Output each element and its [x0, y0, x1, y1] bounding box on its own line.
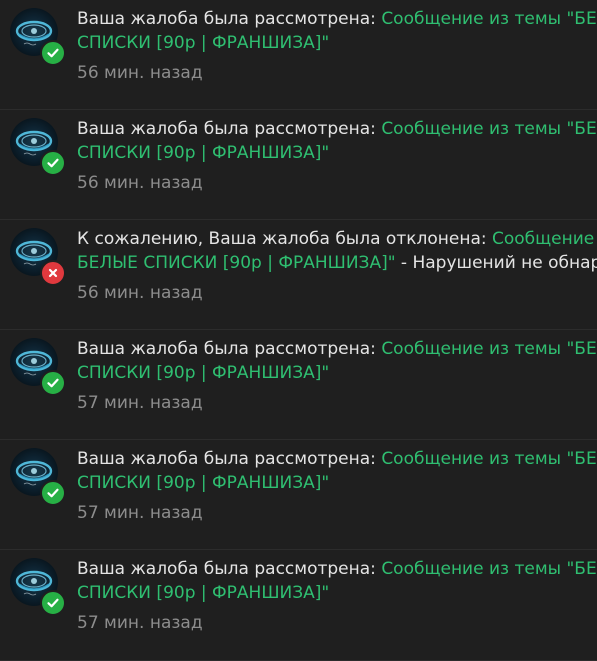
notification-message-line2: СПИСКИ [90р | ФРАНШИЗА]"	[77, 31, 597, 55]
thread-link-continued[interactable]: СПИСКИ [90р | ФРАНШИЗА]"	[77, 473, 329, 493]
notification-lead-text: Ваша жалоба была рассмотрена:	[77, 9, 382, 29]
status-badge	[40, 40, 66, 66]
notification-message-line1: Ваша жалоба была рассмотрена: Сообщение …	[77, 447, 597, 471]
notification-time: 56 мин. назад	[77, 283, 203, 303]
avatar-container	[10, 558, 68, 616]
notification-lead-text: Ваша жалоба была рассмотрена:	[77, 449, 382, 469]
notification-message-line1: Ваша жалоба была рассмотрена: Сообщение …	[77, 337, 597, 361]
notification-item[interactable]: К сожалению, Ваша жалоба была отклонена:…	[0, 220, 597, 330]
notification-list: Ваша жалоба была рассмотрена: Сообщение …	[0, 0, 597, 661]
notification-item[interactable]: Ваша жалоба была рассмотрена: Сообщение …	[0, 330, 597, 440]
notification-body: Ваша жалоба была рассмотрена: Сообщение …	[77, 447, 597, 525]
notification-lead-text: К сожалению, Ваша жалоба была отклонена:	[77, 229, 492, 249]
check-icon	[47, 598, 59, 608]
thread-link-continued[interactable]: СПИСКИ [90р | ФРАНШИЗА]"	[77, 143, 329, 163]
notification-lead-text: Ваша жалоба была рассмотрена:	[77, 339, 382, 359]
status-badge	[40, 480, 66, 506]
notification-item[interactable]: Ваша жалоба была рассмотрена: Сообщение …	[0, 0, 597, 110]
thread-link[interactable]: Сообщение из темы "БЕЛЫЕ	[381, 559, 597, 579]
thread-link[interactable]: Сообщение из темы "БЕЛЫЕ	[381, 339, 597, 359]
notification-time: 57 мин. назад	[77, 613, 203, 633]
notification-message-line2: СПИСКИ [90р | ФРАНШИЗА]"	[77, 141, 597, 165]
notification-message-line2: СПИСКИ [90р | ФРАНШИЗА]"	[77, 581, 597, 605]
thread-link[interactable]: Сообщение из темы "БЕЛЫЕ	[381, 9, 597, 29]
notification-message-line2: БЕЛЫЕ СПИСКИ [90р | ФРАНШИЗА]" - Нарушен…	[77, 251, 597, 275]
check-icon	[47, 48, 59, 58]
check-icon	[47, 158, 59, 168]
notification-message-line1: Ваша жалоба была рассмотрена: Сообщение …	[77, 557, 597, 581]
thread-link[interactable]: Сообщение из темы	[492, 229, 597, 249]
notification-item[interactable]: Ваша жалоба была рассмотрена: Сообщение …	[0, 550, 597, 661]
notification-message-line1: К сожалению, Ваша жалоба была отклонена:…	[77, 227, 597, 251]
notification-body: К сожалению, Ваша жалоба была отклонена:…	[77, 227, 597, 305]
notification-lead-text: Ваша жалоба была рассмотрена:	[77, 119, 382, 139]
thread-link-continued[interactable]: СПИСКИ [90р | ФРАНШИЗА]"	[77, 33, 329, 53]
thread-link-continued[interactable]: СПИСКИ [90р | ФРАНШИЗА]"	[77, 583, 329, 603]
status-badge	[40, 150, 66, 176]
thread-link[interactable]: Сообщение из темы "БЕЛЫЕ	[381, 449, 597, 469]
thread-link[interactable]: Сообщение из темы "БЕЛЫЕ	[381, 119, 597, 139]
notification-time: 57 мин. назад	[77, 503, 203, 523]
notification-body: Ваша жалоба была рассмотрена: Сообщение …	[77, 117, 597, 195]
notification-message-line2: СПИСКИ [90р | ФРАНШИЗА]"	[77, 471, 597, 495]
notification-body: Ваша жалоба была рассмотрена: Сообщение …	[77, 557, 597, 635]
notification-tail-text: - Нарушений не обнаружено	[400, 253, 597, 273]
notification-message-line2: СПИСКИ [90р | ФРАНШИЗА]"	[77, 361, 597, 385]
notification-body: Ваша жалоба была рассмотрена: Сообщение …	[77, 7, 597, 85]
status-badge	[40, 260, 66, 286]
cross-icon	[48, 268, 58, 278]
notification-time: 56 мин. назад	[77, 173, 203, 193]
avatar-container	[10, 118, 68, 176]
check-icon	[47, 488, 59, 498]
status-badge	[40, 590, 66, 616]
notification-body: Ваша жалоба была рассмотрена: Сообщение …	[77, 337, 597, 415]
notification-lead-text: Ваша жалоба была рассмотрена:	[77, 559, 382, 579]
notification-time: 57 мин. назад	[77, 393, 203, 413]
notification-message-line1: Ваша жалоба была рассмотрена: Сообщение …	[77, 117, 597, 141]
notification-item[interactable]: Ваша жалоба была рассмотрена: Сообщение …	[0, 110, 597, 220]
thread-link-continued[interactable]: БЕЛЫЕ СПИСКИ [90р | ФРАНШИЗА]"	[77, 253, 396, 273]
thread-link-continued[interactable]: СПИСКИ [90р | ФРАНШИЗА]"	[77, 363, 329, 383]
notification-time: 56 мин. назад	[77, 63, 203, 83]
status-badge	[40, 370, 66, 396]
check-icon	[47, 378, 59, 388]
notification-item[interactable]: Ваша жалоба была рассмотрена: Сообщение …	[0, 440, 597, 550]
avatar-container	[10, 338, 68, 396]
avatar-container	[10, 228, 68, 286]
notification-message-line1: Ваша жалоба была рассмотрена: Сообщение …	[77, 7, 597, 31]
avatar-container	[10, 448, 68, 506]
avatar-container	[10, 8, 68, 66]
